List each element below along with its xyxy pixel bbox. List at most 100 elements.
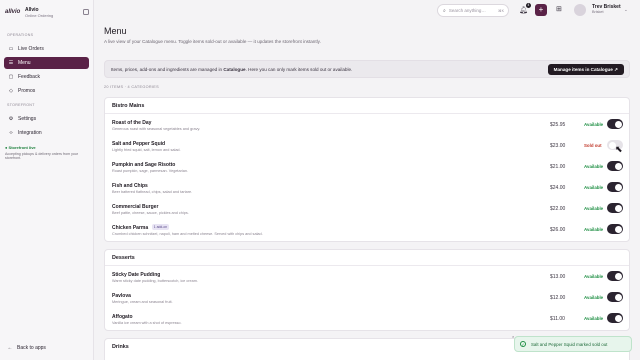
check-circle-icon: ✓ (520, 341, 526, 347)
item-name: Commercial Burger (112, 204, 159, 210)
sidebar-item-feedback[interactable]: ▢ Feedback (4, 71, 89, 83)
toggle-knob (614, 314, 622, 322)
category-title: Bistro Mains (112, 103, 145, 109)
sidebar-item-menu[interactable]: ☰ Menu (4, 57, 89, 69)
menu-item-row: Fish and Chips Beer battered flathead, ch… (105, 178, 631, 199)
apps-grid-icon[interactable]: ⊞ (556, 5, 562, 13)
item-name: Pavlova (112, 293, 131, 299)
item-description: Lightly fried squid, salt, lemon and sal… (112, 148, 181, 152)
search-icon: ⌕ (443, 7, 446, 14)
availability-toggle[interactable] (607, 119, 623, 129)
brand: allvio Allvio Online Ordering (5, 7, 89, 21)
availability-toggle[interactable] (607, 161, 623, 171)
banner-text-bold: Catalogue (223, 67, 246, 72)
menu-icon: ☰ (8, 60, 14, 66)
integration-icon: ‹› (9, 130, 13, 136)
toggle-knob (614, 293, 622, 301)
item-price: $25.95 (550, 122, 566, 128)
close-icon[interactable]: × (512, 334, 517, 339)
chevron-down-icon[interactable]: ⌄ (624, 7, 628, 13)
menu-item-row: Commercial Burger Beef pattie, cheese, sa… (105, 199, 631, 220)
category-card-bistro-mains: Bistro Mains Roast of the Day Generous ro… (104, 97, 630, 242)
toggle-knob (614, 120, 622, 128)
item-description: Beef pattie, cheese, sauce, pickles and … (112, 211, 189, 215)
add-button[interactable]: + (535, 4, 547, 16)
item-name: Salt and Pepper Squid (112, 141, 166, 147)
brand-logo: allvio (5, 9, 21, 15)
sidebar-item-integration[interactable]: ‹› Integration (4, 127, 89, 139)
item-name: Affogato (112, 314, 133, 320)
toggle-knob (614, 272, 622, 280)
page-description: A live view of your Catalogue menu. Togg… (104, 39, 321, 44)
search-input[interactable]: ⌕ Search anything… ⌘K (437, 4, 509, 17)
user-role: Brisket (592, 10, 604, 14)
catalogue-info-banner: Items, prices, add-ons and ingredients a… (104, 60, 630, 78)
item-price: $26.00 (550, 227, 566, 233)
item-counts: 20 ITEMS · 4 CATEGORIES (104, 85, 159, 89)
category-title: Desserts (112, 255, 135, 261)
storefront-status-title: ● Storefront live (5, 145, 36, 150)
category-title: Drinks (112, 344, 129, 350)
availability-toggle[interactable] (607, 224, 623, 234)
item-price: $22.00 (550, 206, 566, 212)
menu-item-row: Roast of the Day Generous roast with seas… (105, 115, 631, 136)
item-name: Fish and Chips (112, 183, 148, 189)
toggle-knob (614, 183, 622, 191)
item-description: Crumbed chicken schnitzel, napoli, ham a… (112, 232, 263, 236)
item-name: Sticky Date Pudding (112, 272, 161, 278)
banner-text-suffix: . Here you can only mark items sold out … (245, 67, 353, 72)
availability-toggle[interactable] (607, 313, 623, 323)
page-title: Menu (104, 26, 127, 36)
collapse-sidebar-icon[interactable] (83, 9, 89, 15)
item-description: Vanilla ice cream with a shot of espress… (112, 321, 182, 325)
availability-status: Available (584, 185, 604, 190)
back-to-apps-link[interactable]: ← Back to apps (7, 345, 46, 351)
toggle-knob (614, 204, 622, 212)
availability-status: Sold out (584, 143, 602, 148)
item-description: Roast pumpkin, sage, parmesan. Vegetaria… (112, 169, 188, 173)
sidebar-item-promos[interactable]: ◇ Promos (4, 85, 89, 97)
manage-items-button[interactable]: Manage items in Catalogue ↗ (547, 64, 624, 75)
sidebar-item-label: Integration (18, 130, 42, 136)
availability-status: Available (584, 274, 604, 279)
sidebar-item-label: Live Orders (18, 46, 44, 52)
availability-status: Available (584, 227, 604, 232)
availability-status: Available (584, 206, 604, 211)
availability-toggle[interactable] (607, 182, 623, 192)
sidebar-item-settings[interactable]: ⚙ Settings (4, 113, 89, 125)
sidebar-item-live-orders[interactable]: ▭ Live Orders (4, 43, 89, 55)
divider (105, 113, 629, 114)
avatar[interactable] (574, 4, 586, 16)
availability-toggle[interactable] (607, 292, 623, 302)
toast-message: Salt and Pepper Squid marked sold out (531, 341, 608, 347)
item-price: $23.00 (550, 143, 566, 149)
storefront-status-card: ● Storefront live Accepting pickups & de… (5, 145, 89, 169)
item-description: Beer battered flathead, chips, salad and… (112, 190, 193, 194)
availability-toggle[interactable] (607, 271, 623, 281)
sidebar-item-label: Settings (18, 116, 37, 122)
banner-text-prefix: Items, prices, add-ons and ingredients a… (111, 67, 224, 72)
topbar: ⌕ Search anything… ⌘K 🔔︎ 4 + ⊞ Trev Bris… (94, 0, 640, 22)
availability-toggle[interactable] (607, 203, 623, 213)
storefront-status-text: Accepting pickups & delivery orders from… (5, 152, 79, 161)
promos-icon: ◇ (9, 88, 13, 94)
search-shortcut: ⌘K (498, 8, 504, 13)
sidebar: allvio Allvio Online Ordering OPERATIONS… (0, 0, 94, 360)
back-to-apps-label: Back to apps (17, 345, 46, 351)
menu-item-row: Chicken Parma 1 add-on Crumbed chicken sch… (105, 220, 631, 241)
availability-status: Available (584, 295, 604, 300)
availability-status: Available (584, 164, 604, 169)
category-card-desserts: Desserts Sticky Date Pudding Warm sticky … (104, 249, 630, 331)
toggle-knob (614, 162, 622, 170)
sidebar-item-label: Menu (18, 60, 31, 66)
item-name: Pumpkin and Sage Risotto (112, 162, 176, 168)
search-placeholder: Search anything… (448, 8, 486, 13)
item-description: Warm sticky date pudding, butterscotch, … (112, 279, 198, 283)
item-price: $24.00 (550, 185, 566, 191)
toggle-knob (614, 225, 622, 233)
brand-subtitle: Online Ordering (25, 13, 54, 18)
live-orders-icon: ▭ (8, 46, 14, 52)
menu-item-row: Sticky Date Pudding Warm sticky date pudd… (105, 267, 631, 288)
item-price: $12.00 (550, 295, 566, 301)
item-price: $11.00 (550, 316, 565, 322)
